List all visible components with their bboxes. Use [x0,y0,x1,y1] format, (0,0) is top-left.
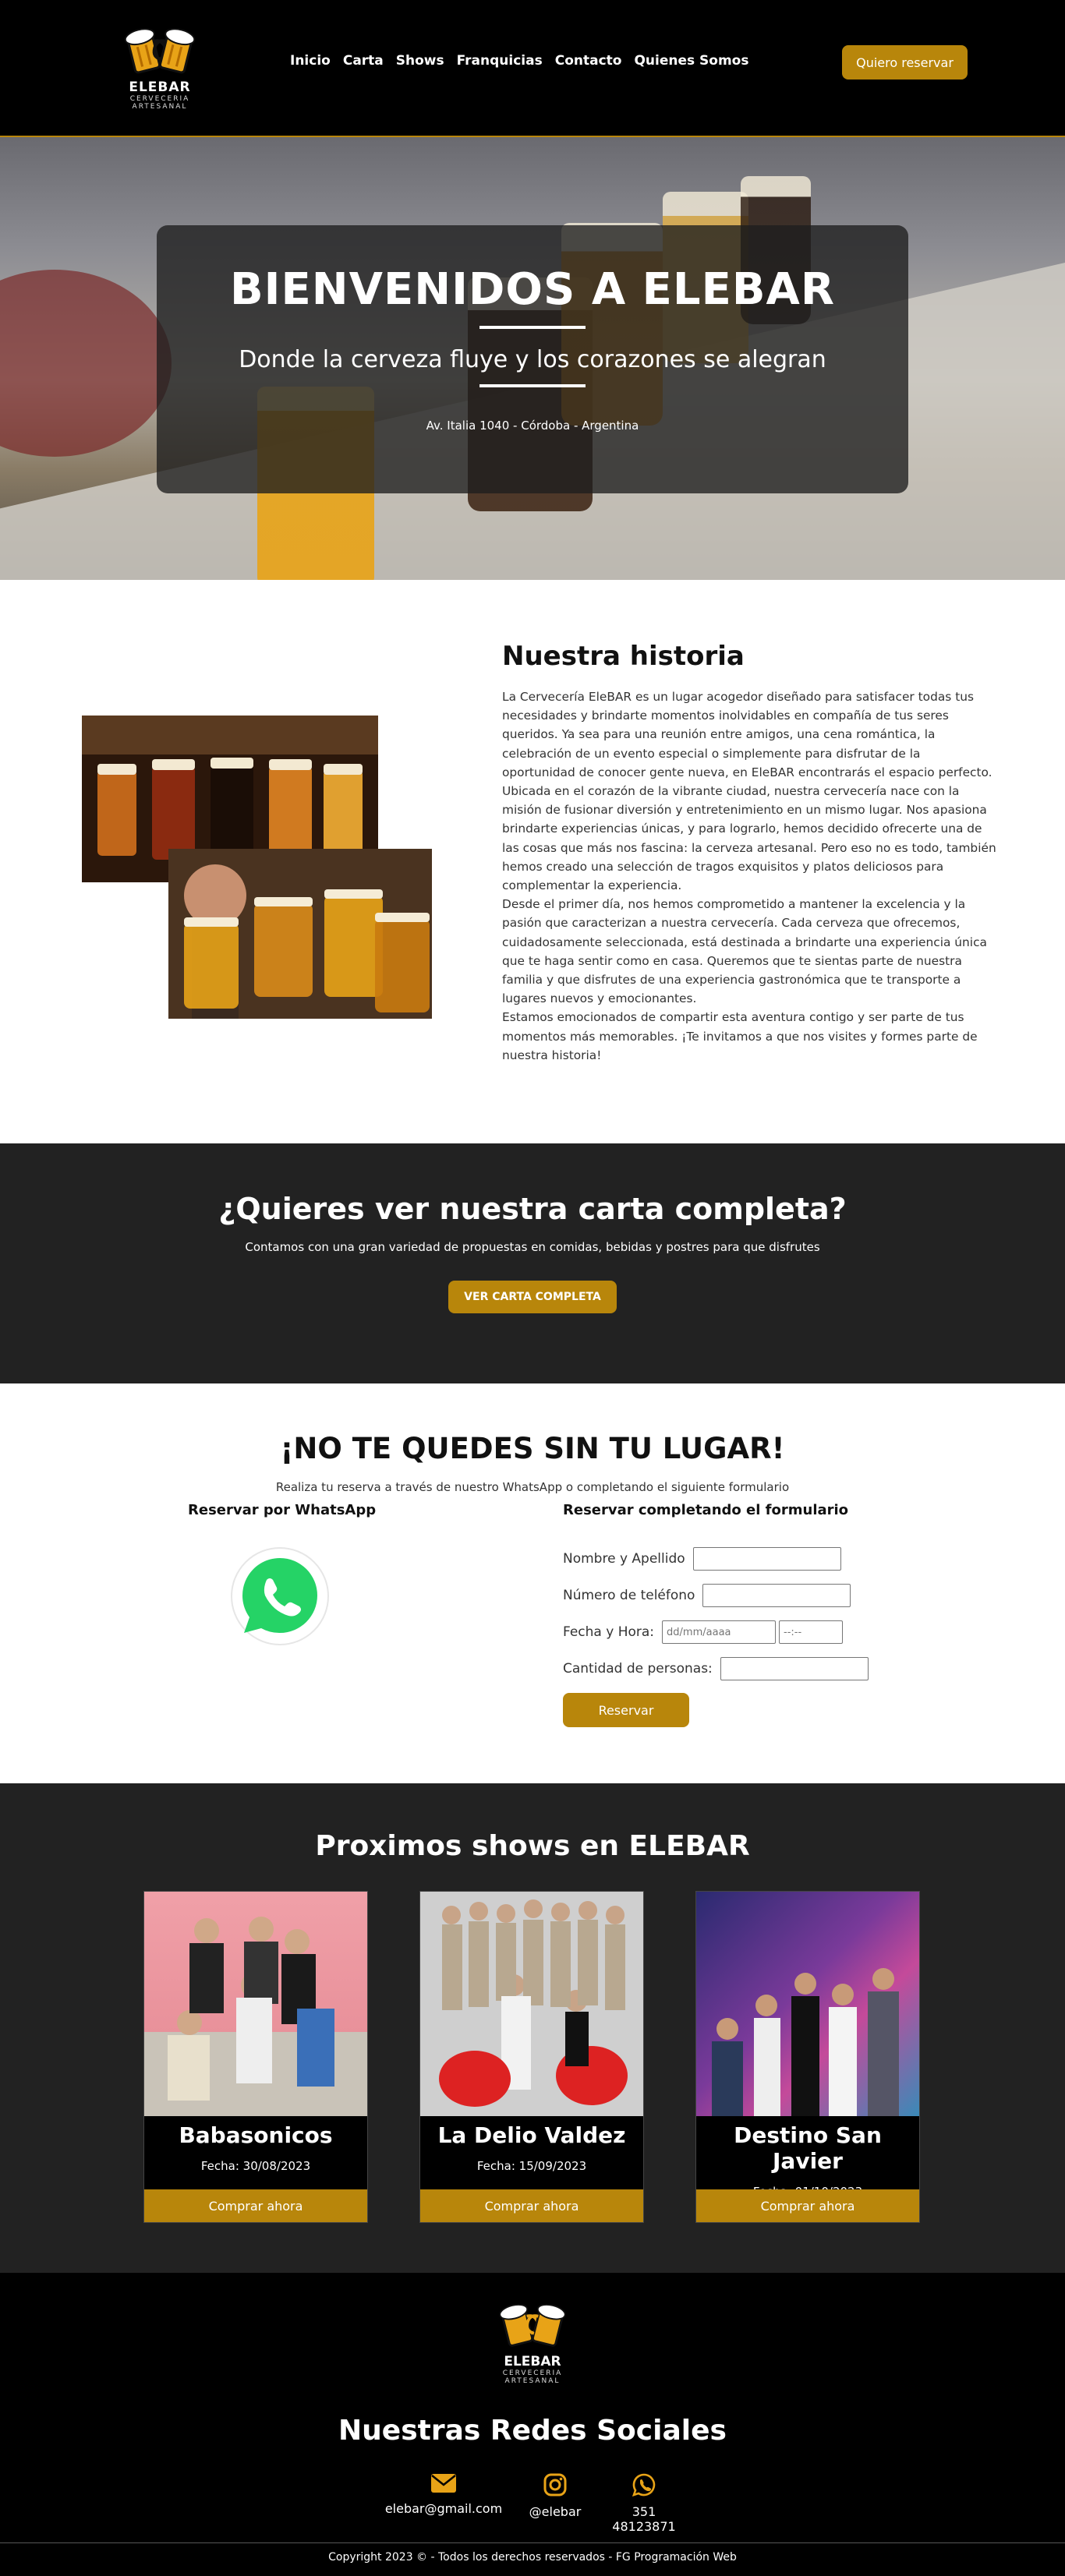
hero-divider [479,326,586,329]
history-paragraph: La Cervecería EleBAR es un lugar acogedo… [502,690,992,779]
phone-label: Número de teléfono [563,1588,695,1603]
footer-brand-subtitle: CERVECERIA ARTESANAL [502,2369,563,2385]
shows-section: Proximos shows en ELEBAR Babasonicos Fec… [0,1783,1065,2273]
reserve-cta-button[interactable]: Quiero reservar [842,45,968,80]
social-email[interactable]: elebar@gmail.com [380,2473,507,2516]
brand-name: ELEBAR [129,80,191,95]
name-label: Nombre y Apellido [563,1551,685,1567]
social-instagram[interactable]: @elebar [520,2473,590,2519]
hero-address: Av. Italia 1040 - Córdoba - Argentina [426,419,639,433]
footer: ELEBAR CERVECERIA ARTESANAL Nuestras Red… [0,2273,1065,2576]
history-text: La Cervecería EleBAR es un lugar acogedo… [502,687,996,1065]
nav-link-carta[interactable]: Carta [343,53,384,69]
social-title: Nuestras Redes Sociales [338,2415,727,2447]
beer-mugs-icon [124,28,196,74]
history-title: Nuestra historia [502,641,745,672]
history-paragraph: Estamos emocionados de compartir esta av… [502,1010,978,1062]
beer-mugs-icon [499,2303,566,2347]
view-menu-button[interactable]: VER CARTA COMPLETA [448,1281,617,1313]
band-photo [696,1892,919,2116]
form-title: Reservar completando el formulario [563,1502,849,1518]
buy-ticket-button[interactable]: Comprar ahora [420,2189,643,2222]
copyright: Copyright 2023 © - Todos los derechos re… [0,2542,1065,2564]
show-name: Destino San Javier [734,2122,882,2174]
history-paragraph: Ubicada en el corazón de la vibrante ciu… [502,784,996,893]
instagram-text: @elebar [529,2504,582,2519]
show-name: Babasonicos [179,2122,333,2148]
reservation-title: ¡NO TE QUEDES SIN TU LUGAR! [280,1432,785,1465]
menu-cta-section: ¿Quieres ver nuestra carta completa? Con… [0,1143,1065,1383]
brand-logo[interactable]: ELEBAR CERVECERIA ARTESANAL [105,23,214,113]
history-paragraph: Desde el primer día, nos hemos compromet… [502,897,987,1006]
navbar: ELEBAR CERVECERIA ARTESANAL Inicio Carta… [0,0,1065,137]
show-card: Destino San Javier Fecha: 01/10/2023 Com… [695,1891,920,2223]
shows-title: Proximos shows en ELEBAR [315,1830,750,1862]
history-section: Nuestra historia La Cervecería EleBAR es… [0,580,1065,1143]
show-name: La Delio Valdez [437,2122,626,2148]
form-row-datetime: Fecha y Hora: [563,1620,844,1644]
nav-link-shows[interactable]: Shows [396,53,444,69]
brand-subtitle: CERVECERIA ARTESANAL [129,95,190,111]
menu-cta-title: ¿Quieres ver nuestra carta completa? [218,1192,847,1226]
nav-link-contacto[interactable]: Contacto [555,53,622,69]
envelope-icon [431,2474,456,2493]
social-whatsapp[interactable]: 351 48123871 [599,2473,689,2534]
menu-cta-text: Contamos con una gran variedad de propue… [245,1240,820,1254]
reservation-intro: Realiza tu reserva a través de nuestro W… [275,1480,790,1494]
time-field[interactable] [779,1620,844,1644]
email-text: elebar@gmail.com [384,2501,503,2516]
whatsapp-title: Reservar por WhatsApp [188,1502,377,1518]
show-date: Fecha: 15/09/2023 [476,2159,587,2173]
hero-overlay: BIENVENIDOS A ELEBAR Donde la cerveza fl… [157,225,908,493]
form-row-phone: Número de teléfono [563,1584,851,1607]
nav-link-inicio[interactable]: Inicio [290,53,331,69]
date-field[interactable] [662,1620,777,1644]
hero-subtitle: Donde la cerveza fluye y los corazones s… [239,346,826,373]
buy-ticket-button[interactable]: Comprar ahora [144,2189,367,2222]
band-photo [420,1892,643,2116]
hero-divider [479,384,586,387]
reservation-section: ¡NO TE QUEDES SIN TU LUGAR! Realiza tu r… [0,1383,1065,1783]
nav-link-quienes-somos[interactable]: Quienes Somos [634,53,748,69]
show-card: La Delio Valdez Fecha: 15/09/2023 Compra… [419,1891,644,2223]
show-card: Babasonicos Fecha: 30/08/2023 Comprar ah… [143,1891,368,2223]
phone-field[interactable] [702,1584,851,1607]
buy-ticket-button[interactable]: Comprar ahora [696,2189,919,2222]
whatsapp-icon [632,2473,656,2496]
hero-title: BIENVENIDOS A ELEBAR [229,264,836,315]
whatsapp-icon[interactable] [229,1546,331,1650]
show-date: Fecha: 30/08/2023 [200,2159,311,2173]
footer-brand-name: ELEBAR [504,2354,561,2369]
form-row-name: Nombre y Apellido [563,1547,841,1571]
instagram-icon [543,2473,567,2496]
cheers-photo [168,849,432,1019]
submit-reservation-button[interactable]: Reservar [563,1693,689,1727]
hero-bar-stool [0,270,172,457]
hero-banner: BIENVENIDOS A ELEBAR Donde la cerveza fl… [0,137,1065,580]
nav-link-franquicias[interactable]: Franquicias [457,53,543,69]
name-field[interactable] [692,1547,841,1571]
phone-text: 351 48123871 [612,2504,676,2534]
footer-logo[interactable]: ELEBAR CERVECERIA ARTESANAL [477,2299,588,2385]
datetime-label: Fecha y Hora: [563,1624,655,1640]
people-field[interactable] [720,1657,869,1680]
people-label: Cantidad de personas: [563,1661,713,1677]
main-menu: Inicio Carta Shows Franquicias Contacto … [290,53,748,69]
band-photo [144,1892,367,2116]
form-row-people: Cantidad de personas: [563,1657,869,1680]
